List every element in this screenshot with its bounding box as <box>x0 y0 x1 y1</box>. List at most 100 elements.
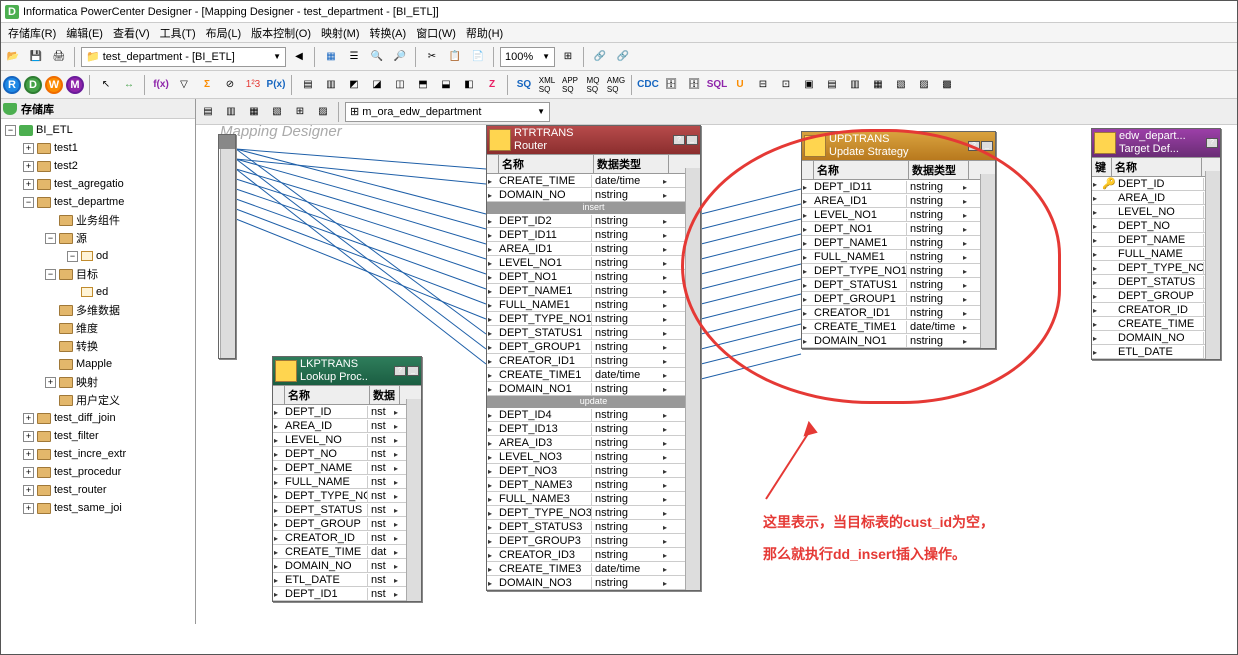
target-header[interactable]: edw_depart...Target Def... ? <box>1092 129 1220 157</box>
port-out-icon[interactable]: ▸ <box>663 481 671 489</box>
port-in-icon[interactable]: ▸ <box>803 225 811 233</box>
port-out-icon[interactable]: ▸ <box>394 408 402 416</box>
scrollbar[interactable] <box>685 168 700 590</box>
port-out-icon[interactable]: ▸ <box>663 439 671 447</box>
port-in-icon[interactable]: ▸ <box>488 453 496 461</box>
port-row[interactable]: ▸DEPT_GROUP1nstring▸ <box>802 292 995 306</box>
tb-sort-icon[interactable]: ⊘ <box>220 75 240 95</box>
port-out-icon[interactable]: ▸ <box>663 191 671 199</box>
port-in-icon[interactable]: ▸ <box>488 579 496 587</box>
port-row[interactable]: ▸FULL_NAME3nstring▸ <box>487 492 700 506</box>
port-out-icon[interactable]: ▸ <box>963 295 971 303</box>
port-in-icon[interactable]: ▸ <box>274 562 282 570</box>
port-out-icon[interactable]: ▸ <box>394 520 402 528</box>
port-out-icon[interactable]: ▸ <box>663 259 671 267</box>
tb-misc3-icon[interactable]: ▣ <box>799 75 819 95</box>
port-in-icon[interactable]: ▸ <box>274 450 282 458</box>
port-row[interactable]: ▸CREATOR_ID1nstring▸ <box>487 354 700 368</box>
port-out-icon[interactable]: ▸ <box>663 245 671 253</box>
port-in-icon[interactable]: ▸ <box>803 309 811 317</box>
tb-misc2-icon[interactable]: ⊡ <box>776 75 796 95</box>
tb-sq-icon[interactable]: SQ <box>514 75 534 95</box>
tree-folder-samejoin[interactable]: +test_same_joi <box>1 499 195 517</box>
port-out-icon[interactable]: ▸ <box>963 281 971 289</box>
tb-misc5-icon[interactable]: ▥ <box>845 75 865 95</box>
target-port-row[interactable]: ▸🔑DEPT_ID <box>1092 177 1220 191</box>
port-out-icon[interactable]: ▸ <box>663 231 671 239</box>
port-row[interactable]: ▸DEPT_ID1nst▸ <box>273 587 421 601</box>
port-row[interactable]: ▸DEPT_NAMEnst▸ <box>273 461 421 475</box>
port-out-icon[interactable]: ▸ <box>663 565 671 573</box>
tb-cdc-icon[interactable]: CDC <box>638 75 658 95</box>
tb-j5-icon[interactable]: ⬓ <box>436 75 456 95</box>
port-in-icon[interactable]: ▸ <box>488 537 496 545</box>
tree-node-source-child[interactable]: −od <box>1 247 195 265</box>
tree-node-mapplet[interactable]: Mapple <box>1 355 195 373</box>
port-row[interactable]: ▸CREATE_TIME3date/time▸ <box>487 562 700 576</box>
port-in-icon[interactable]: ▸ <box>803 211 811 219</box>
repository-tree[interactable]: −BI_ETL +test1 +test2 +test_agregatio −t… <box>1 119 195 519</box>
port-row[interactable]: ▸CREATE_TIME1date/time▸ <box>802 320 995 334</box>
port-row[interactable]: ▸DEPT_NO1nstring▸ <box>802 222 995 236</box>
tree-node-cube[interactable]: 多维数据 <box>1 301 195 319</box>
port-out-icon[interactable]: ▸ <box>394 506 402 514</box>
scrollbar[interactable] <box>980 174 995 348</box>
port-out-icon[interactable]: ▸ <box>394 478 402 486</box>
expand-icon[interactable]: + <box>23 143 34 154</box>
tree-node-transform[interactable]: 转换 <box>1 337 195 355</box>
port-out-icon[interactable]: ▸ <box>663 411 671 419</box>
tb-xml-icon[interactable]: XMLSQ <box>537 75 557 95</box>
port-row[interactable]: ▸AREA_ID1nstring▸ <box>802 194 995 208</box>
port-in-icon[interactable]: ▸ <box>488 259 496 267</box>
port-in-icon[interactable]: ▸ <box>274 576 282 584</box>
port-row[interactable]: ▸AREA_ID3nstring▸ <box>487 436 700 450</box>
port-row[interactable]: ▸LEVEL_NO1nstring▸ <box>487 256 700 270</box>
tb-open-icon[interactable]: 📂 <box>3 47 23 67</box>
scrollbar[interactable] <box>1205 171 1220 359</box>
port-in-icon[interactable]: ▸ <box>488 481 496 489</box>
tb-amgsq-icon[interactable]: AMGSQ <box>606 75 626 95</box>
port-out-icon[interactable]: ▸ <box>663 177 671 185</box>
tb-tgt-icon[interactable]: ▥ <box>321 75 341 95</box>
port-row[interactable]: ▸DEPT_TYPE_NO1nstring▸ <box>802 264 995 278</box>
port-out-icon[interactable]: ▸ <box>663 425 671 433</box>
port-out-icon[interactable]: ▸ <box>663 287 671 295</box>
port-out-icon[interactable]: ▸ <box>963 253 971 261</box>
port-row[interactable]: ▸DEPT_NAME3nstring▸ <box>487 478 700 492</box>
port-out-icon[interactable]: ▸ <box>963 211 971 219</box>
tb-misc6-icon[interactable]: ▦ <box>868 75 888 95</box>
port-row[interactable]: ▸DEPT_IDnst▸ <box>273 405 421 419</box>
tb-src-icon[interactable]: ▤ <box>298 75 318 95</box>
port-row[interactable]: ▸DEPT_ID11nstring▸ <box>487 228 700 242</box>
ctb-6-icon[interactable]: ▨ <box>313 102 333 122</box>
port-in-icon[interactable]: ▸ <box>274 408 282 416</box>
port-out-icon[interactable]: ▸ <box>963 267 971 275</box>
target-port-row[interactable]: ▸ETL_DATE <box>1092 345 1220 359</box>
port-in-icon[interactable]: ▸ <box>274 506 282 514</box>
canvas-mapping-selector[interactable]: ⊞m_ora_edw_department▼ <box>345 102 550 122</box>
zoom-selector[interactable]: 100%▼ <box>500 47 555 67</box>
target-port-row[interactable]: ▸DOMAIN_NO <box>1092 331 1220 345</box>
port-out-icon[interactable]: ▸ <box>663 217 671 225</box>
tb-cut-icon[interactable]: ✂ <box>422 47 442 67</box>
port-row[interactable]: ▸FULL_NAME1nstring▸ <box>487 298 700 312</box>
port-out-icon[interactable]: ▸ <box>963 183 971 191</box>
port-out-icon[interactable]: ▸ <box>963 197 971 205</box>
port-row[interactable]: ▸DEPT_STATUS3nstring▸ <box>487 520 700 534</box>
port-row[interactable]: ▸DEPT_ID2nstring▸ <box>487 214 700 228</box>
tb-save-icon[interactable]: 💾 <box>26 47 46 67</box>
tb-dbicon2-icon[interactable]: 🗄 <box>684 75 704 95</box>
port-out-icon[interactable]: ▸ <box>663 385 671 393</box>
port-out-icon[interactable]: ▸ <box>394 590 402 598</box>
port-row[interactable]: ▸DEPT_ID13nstring▸ <box>487 422 700 436</box>
port-out-icon[interactable]: ▸ <box>394 492 402 500</box>
tb-mqsq-icon[interactable]: MQSQ <box>583 75 603 95</box>
port-in-icon[interactable]: ▸ <box>488 551 496 559</box>
port-row[interactable]: ▸DEPT_GROUP3nstring▸ <box>487 534 700 548</box>
port-in-icon[interactable]: ▸ <box>803 337 811 345</box>
port-out-icon[interactable]: ▸ <box>394 576 402 584</box>
tree-folder-filter[interactable]: +test_filter <box>1 427 195 445</box>
btn-d-icon[interactable]: D <box>24 76 42 94</box>
port-in-icon[interactable]: ▸ <box>274 464 282 472</box>
port-in-icon[interactable]: ▸ <box>274 520 282 528</box>
